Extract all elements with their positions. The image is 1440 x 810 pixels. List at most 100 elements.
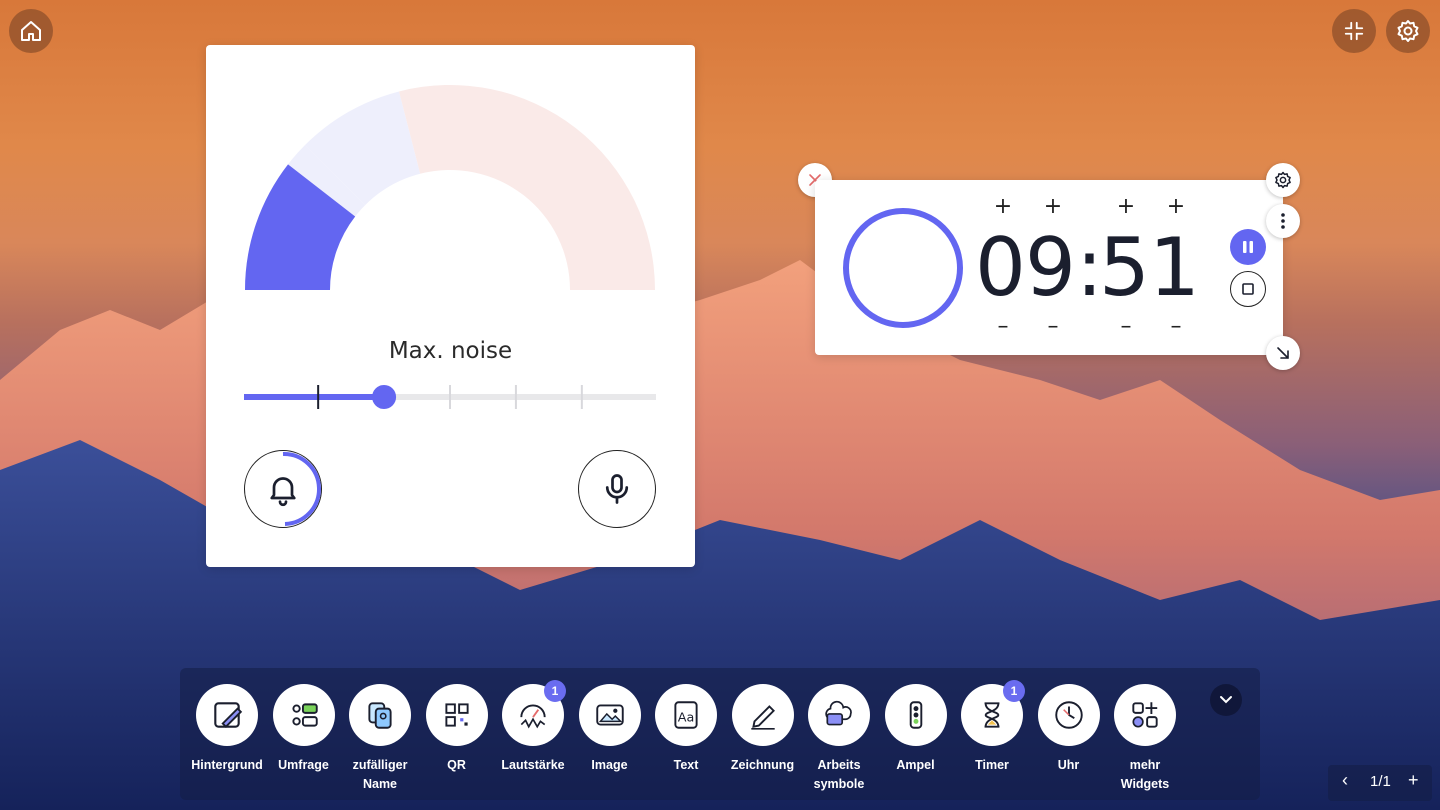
seconds-tens-digit: 5 <box>1099 221 1151 314</box>
toolbar-item-hourglass[interactable]: 1 Timer <box>954 680 1030 775</box>
bell-progress-ring <box>282 451 321 526</box>
decrement-minutes-tens[interactable]: – <box>993 316 1013 338</box>
toolbar-item-button[interactable] <box>425 684 488 746</box>
increment-minutes-ones[interactable]: + <box>1043 196 1063 218</box>
previous-page-button[interactable]: ‹ <box>1342 770 1348 791</box>
traffic-light-icon <box>909 701 922 729</box>
qr-code-icon <box>444 703 469 727</box>
slider-thumb[interactable] <box>372 385 397 409</box>
clock-icon <box>1054 701 1083 729</box>
toolbar-item-label: Hintergrund <box>191 758 263 772</box>
toolbar-item-noise-meter[interactable]: 1 Lautstärke <box>495 680 571 775</box>
toolbar-item-qr-code[interactable]: QR <box>419 684 495 775</box>
resize-arrow-icon <box>1277 347 1289 359</box>
toolbar-item-button[interactable] <box>1114 684 1176 746</box>
decrement-seconds-tens[interactable]: – <box>1116 316 1136 338</box>
toolbar-item-button[interactable] <box>808 684 870 746</box>
drawing-icon <box>750 705 775 730</box>
toolbar-item-button[interactable] <box>196 684 258 746</box>
random-name-icon <box>368 702 392 729</box>
toolbar-item-more-widgets[interactable]: mehr Widgets <box>1107 684 1183 794</box>
toolbar-item-label: Uhr <box>1057 758 1080 772</box>
page-indicator: 1/1 <box>1370 773 1391 790</box>
noise-gauge <box>245 85 655 290</box>
noise-meter-widget[interactable]: Max. noise <box>206 45 695 567</box>
toolbar-item-work-symbols[interactable]: Arbeits symbole <box>801 684 877 794</box>
collapse-toolbar-button[interactable] <box>1210 684 1242 716</box>
increment-minutes-tens[interactable]: + <box>993 196 1013 218</box>
noise-meter-title: Max. noise <box>388 338 513 364</box>
pause-button[interactable] <box>1230 229 1266 265</box>
minutes-ones-digit: 9 <box>1025 221 1077 314</box>
timer-more-options-button[interactable] <box>1266 204 1300 238</box>
exit-fullscreen-button[interactable] <box>1332 9 1376 53</box>
notification-badge: 1 <box>1003 680 1025 702</box>
work-symbols-icon <box>825 700 852 726</box>
toolbar-item-background-edit[interactable]: Hintergrund <box>189 684 265 775</box>
toolbar-item-label: zufälliger Name <box>352 758 408 791</box>
increment-seconds-ones[interactable]: + <box>1166 196 1186 218</box>
toolbar-item-random-name[interactable]: zufälliger Name <box>342 684 418 794</box>
timer-widget[interactable]: 0 9 : 5 1 + + + + – – – – <box>815 180 1283 355</box>
microphone-icon <box>605 474 629 504</box>
decrement-minutes-ones[interactable]: – <box>1043 316 1063 338</box>
widget-toolbar: Hintergrund Umfrage zufälliger Name QR 1 Laut… <box>180 668 1260 800</box>
gear-icon <box>1397 20 1419 42</box>
toolbar-item-label: QR <box>447 758 466 772</box>
microphone-button[interactable] <box>578 450 656 528</box>
gauge-zone-high <box>399 85 655 290</box>
background-edit-icon <box>214 702 243 729</box>
toolbar-item-traffic-light[interactable]: Ampel <box>878 684 954 775</box>
toolbar-item-button[interactable] <box>731 684 794 746</box>
add-page-button[interactable]: + <box>1408 770 1419 791</box>
hourglass-icon <box>984 702 1000 728</box>
toolbar-item-button[interactable]: 1 <box>502 680 566 746</box>
toolbar-item-image[interactable]: Image <box>572 684 648 775</box>
toolbar-item-label: Text <box>673 758 699 772</box>
stop-button[interactable] <box>1230 271 1266 307</box>
text-icon: Aa <box>674 701 698 729</box>
seconds-ones-digit: 1 <box>1149 221 1201 314</box>
toolbar-item-drawing[interactable]: Zeichnung <box>725 684 801 775</box>
toolbar-item-button[interactable] <box>1037 684 1100 746</box>
toolbar-item-clock[interactable]: Uhr <box>1031 684 1107 775</box>
stop-icon <box>1242 283 1254 295</box>
minutes-tens-digit: 0 <box>975 221 1027 314</box>
timer-resize-handle[interactable] <box>1266 336 1300 370</box>
toolbar-item-button[interactable] <box>272 684 335 746</box>
gear-icon <box>1275 171 1291 189</box>
svg-text:Aa: Aa <box>678 710 695 725</box>
toolbar-item-label: Ampel <box>896 758 935 772</box>
toolbar-item-button[interactable] <box>578 684 641 746</box>
toolbar-item-label: Lautstärke <box>501 758 565 772</box>
alarm-bell-button[interactable] <box>244 450 322 528</box>
page-navigator: ‹ 1/1 + <box>1328 765 1432 801</box>
toolbar-item-label: Arbeits symbole <box>813 758 865 791</box>
toolbar-item-label: Image <box>591 758 628 772</box>
toolbar-item-poll[interactable]: Umfrage <box>266 684 342 775</box>
timer-progress-ring <box>843 208 963 328</box>
increment-seconds-tens[interactable]: + <box>1116 196 1136 218</box>
toolbar-item-button[interactable] <box>884 684 947 746</box>
pause-icon <box>1243 241 1253 253</box>
toolbar-item-label: Zeichnung <box>730 758 795 772</box>
timer-settings-button[interactable] <box>1266 163 1300 197</box>
notification-badge: 1 <box>544 680 566 702</box>
toolbar-item-button[interactable]: 1 <box>961 680 1025 746</box>
settings-button[interactable] <box>1386 9 1430 53</box>
toolbar-item-button[interactable]: Aa <box>655 684 717 746</box>
noise-meter-icon <box>520 704 546 729</box>
toolbar-item-label: mehr Widgets <box>1120 758 1170 791</box>
toolbar-item-text[interactable]: Aa Text <box>648 684 724 775</box>
more-widgets-icon <box>1132 702 1158 728</box>
home-icon <box>21 21 41 41</box>
minimize-icon <box>1344 21 1364 41</box>
home-button[interactable] <box>9 9 53 53</box>
decrement-seconds-ones[interactable]: – <box>1166 316 1186 338</box>
toolbar-item-label: Timer <box>975 758 1009 772</box>
toolbar-item-button[interactable] <box>349 684 411 746</box>
max-noise-slider[interactable] <box>244 383 656 411</box>
poll-icon <box>291 703 318 727</box>
more-vertical-icon <box>1281 213 1285 229</box>
image-icon <box>595 704 624 726</box>
